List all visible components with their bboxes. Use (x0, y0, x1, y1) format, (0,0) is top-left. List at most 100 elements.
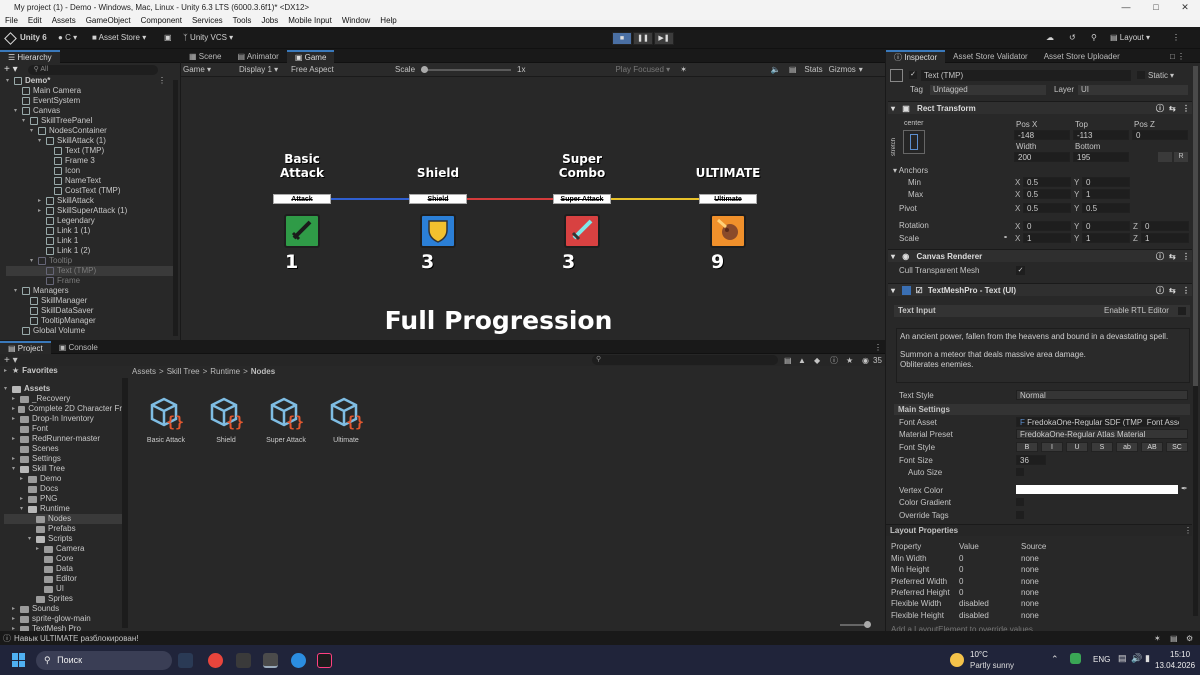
hierarchy-item[interactable]: ▾ Canvas (6, 106, 174, 116)
tab-animator[interactable]: ▤ Animator (229, 50, 286, 63)
hierarchy-item[interactable]: ▸ SkillAttack (6, 196, 174, 206)
wifi-icon[interactable]: ▤ (1118, 653, 1127, 664)
hierarchy-item[interactable]: ▾ Tooltip (6, 256, 174, 266)
account-button[interactable]: Unity 6 (4, 31, 47, 45)
pause-button[interactable]: ❚❚ (633, 32, 653, 45)
tab-asset-store-validator[interactable]: Asset Store Validator (945, 50, 1036, 63)
project-folder[interactable]: Sprites (4, 594, 122, 604)
scale-x-field[interactable]: 1 (1023, 233, 1071, 243)
menu-assets[interactable]: Assets (47, 14, 81, 27)
hierarchy-item[interactable]: ▾ Managers (6, 286, 174, 296)
taskbar-search-box[interactable]: ⚲ Поиск (36, 651, 172, 670)
project-folder[interactable]: ▾ Skill Tree (4, 464, 122, 474)
status-message[interactable]: Навык ULTIMATE разблокирован! (14, 634, 138, 643)
project-folder[interactable]: ▸ TextMesh Pro (4, 624, 122, 631)
preset-icon[interactable]: ⇆ (1169, 250, 1176, 263)
project-folder[interactable]: Docs (4, 484, 122, 494)
inbox-icon[interactable]: ▣ (164, 31, 172, 45)
expand-toggle[interactable]: ▸ (12, 394, 20, 404)
hierarchy-item[interactable]: Link 1 (6, 236, 174, 246)
label-filter-icon[interactable]: ◆ (814, 356, 820, 365)
expand-toggle[interactable]: ▸ (12, 454, 20, 464)
hierarchy-item[interactable]: CostText (TMP) (6, 186, 174, 196)
font-style-i-button[interactable]: I (1041, 442, 1063, 452)
clock-time[interactable]: 15:10 (1170, 650, 1190, 659)
font-style-b-button[interactable]: B (1016, 442, 1038, 452)
expand-toggle[interactable]: ▾ (14, 106, 22, 116)
scale-z-field[interactable]: 1 (1141, 233, 1189, 243)
breadcrumb-item[interactable]: Skill Tree (167, 367, 200, 376)
vertex-color-field[interactable] (1016, 485, 1178, 494)
expand-toggle[interactable]: ▾ (20, 504, 28, 514)
layer-dropdown[interactable]: UI (1078, 84, 1188, 95)
font-style-sc-button[interactable]: SC (1166, 442, 1188, 452)
expand-toggle[interactable]: ▾ (6, 76, 14, 86)
project-folder[interactable]: ▾ Runtime (4, 504, 122, 514)
font-style-s-button[interactable]: S (1091, 442, 1113, 452)
cache-icon[interactable]: ▤ (1170, 634, 1178, 643)
component-menu-icon[interactable]: ⋮ (1182, 102, 1190, 115)
mute-icon[interactable]: 🔈 (771, 65, 781, 74)
help-icon[interactable]: ⓘ (1156, 250, 1164, 263)
hierarchy-item[interactable]: Text (TMP) (6, 266, 174, 276)
gizmos-button[interactable]: Gizmos (829, 65, 856, 74)
minimize-button[interactable]: — (1111, 0, 1141, 14)
scale-slider[interactable] (421, 65, 512, 73)
project-folder[interactable]: ▸ Settings (4, 454, 122, 464)
hierarchy-item[interactable]: ▾ NodesContainer (6, 126, 174, 136)
weather-icon[interactable] (950, 653, 964, 667)
menu-window[interactable]: Window (337, 14, 375, 27)
inspector-scrollbar[interactable] (1193, 66, 1198, 616)
asset-size-slider-handle[interactable] (864, 621, 871, 628)
text-input-area[interactable]: An ancient power, fallen from the heaven… (896, 328, 1190, 383)
eyedropper-icon[interactable]: ✒ (1181, 484, 1188, 493)
play-focused-dropdown[interactable]: Play Focused ▾ (615, 65, 670, 74)
hierarchy-item[interactable]: NameText (6, 176, 174, 186)
skill-node-button[interactable] (710, 214, 746, 248)
hierarchy-item[interactable]: Global Volume (6, 326, 174, 336)
project-tree-scrollbar[interactable] (122, 378, 128, 628)
anchor-presets-button[interactable] (903, 130, 925, 154)
blueprint-mode-button[interactable] (1158, 152, 1172, 162)
anchors-foldout[interactable]: ▾ Anchors (893, 166, 928, 175)
project-folder[interactable]: ▸ Complete 2D Character Fr (4, 404, 122, 414)
skill-node-button[interactable] (284, 214, 320, 248)
battery-icon[interactable]: ▮ (1145, 653, 1150, 664)
project-folder[interactable]: Editor (4, 574, 122, 584)
expand-toggle[interactable]: ▸ (38, 206, 46, 216)
chrome-icon[interactable] (208, 653, 223, 668)
search-icon[interactable]: ⚲ (1091, 31, 1097, 45)
font-style-ab-button[interactable]: ab (1116, 442, 1138, 452)
menu-edit[interactable]: Edit (23, 14, 47, 27)
layout-dropdown[interactable]: ▤ Layout ▾ (1110, 31, 1150, 45)
expand-toggle[interactable]: ▸ (20, 474, 28, 484)
project-folder[interactable]: ▸ Drop-In Inventory (4, 414, 122, 424)
expand-toggle[interactable]: ▸ (12, 414, 20, 424)
skill-node-button[interactable] (564, 214, 600, 248)
rect-transform-header[interactable]: ▾ ▣ Rect Transform ⓘ ⇆ ⋮ (888, 101, 1192, 114)
breadcrumb-item[interactable]: Nodes (251, 367, 275, 376)
project-folder[interactable]: ▸ Demo (4, 474, 122, 484)
maximize-button[interactable]: □ (1141, 0, 1171, 14)
windows-start-icon[interactable] (12, 653, 26, 667)
display-dropdown[interactable]: Display 1 ▾ (239, 65, 291, 74)
preset-icon[interactable]: ⇆ (1169, 102, 1176, 115)
language-indicator[interactable]: ENG (1093, 655, 1110, 664)
close-button[interactable]: ✕ (1170, 0, 1200, 14)
bottom-field[interactable]: 195 (1073, 152, 1129, 162)
font-asset-field[interactable]: F FredokaOne-Regular SDF (TMP_Font Asset (1016, 417, 1180, 427)
project-folder[interactable]: ▾ Assets (4, 384, 122, 394)
show-hidden-icons[interactable]: ⌃ (1051, 654, 1059, 665)
weather-temp[interactable]: 10°C (970, 650, 988, 659)
object-name-field[interactable]: Text (TMP) (921, 69, 1131, 81)
asset-item[interactable]: {} Basic Attack (136, 393, 196, 444)
rot-x-field[interactable]: 0 (1023, 221, 1071, 231)
expand-toggle[interactable]: ▸ (12, 434, 20, 444)
help-icon[interactable]: ⓘ (1156, 102, 1164, 115)
asset-item[interactable]: {} Shield (196, 393, 256, 444)
hierarchy-item[interactable]: Frame (6, 276, 174, 286)
tab-hierarchy[interactable]: ☰ Hierarchy (0, 49, 60, 63)
scene-menu-icon[interactable]: ⋮ (158, 76, 174, 86)
raw-edit-button[interactable]: R (1174, 152, 1188, 162)
tmp-enabled-checkbox[interactable]: ☑ (915, 286, 922, 295)
